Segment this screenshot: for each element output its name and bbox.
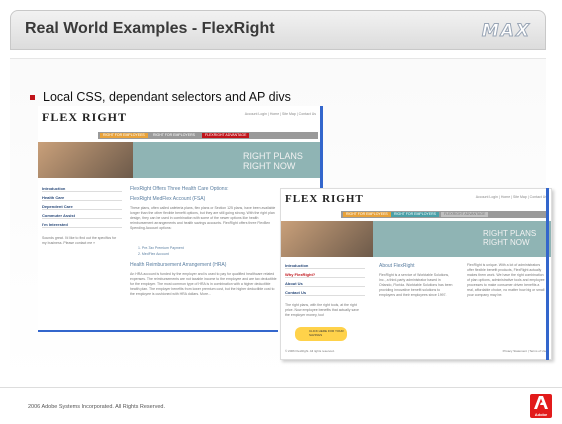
- top-links[interactable]: Account Login | Home | Site Map | Contac…: [476, 195, 547, 199]
- banner-line-2: RIGHT NOW: [243, 161, 296, 171]
- nav-tab-employers[interactable]: RIGHT FOR EMPLOYERS: [391, 212, 439, 217]
- bullet-text: Local CSS, dependant selectors and AP di…: [43, 90, 291, 104]
- banner-line-2: RIGHT NOW: [483, 238, 530, 247]
- list-item-1[interactable]: 1. Pre-Tax Premium Payment: [138, 246, 184, 251]
- about-heading: About FlexRight: [379, 263, 415, 269]
- adobe-logo: Adobe: [530, 394, 552, 418]
- footer-links[interactable]: Privacy Statement | Terms of Use: [503, 349, 547, 354]
- nav-tab-employees[interactable]: RIGHT FOR EMPLOYEES: [100, 133, 148, 138]
- bullet-item: Local CSS, dependant selectors and AP di…: [30, 90, 291, 104]
- footer-copyright: © 2006 FlexRight. All rights reserved.: [285, 349, 335, 353]
- nav-tab-advantage[interactable]: FLEXRIGHT ADVANTAGE: [202, 133, 250, 138]
- body-text-fsa: These plans, often called cafeteria plan…: [130, 206, 276, 230]
- sidebar-item-contact[interactable]: Contact Us: [285, 290, 365, 296]
- body-text-hra: An HRA account is funded by the employer…: [130, 272, 277, 296]
- about-body-left: FlexRight is a service of Worktable Solu…: [379, 273, 453, 297]
- title-bar: Real World Examples - FlexRight MAX: [10, 10, 546, 50]
- sidebar-item-introduction[interactable]: Introduction: [285, 263, 365, 269]
- flexright-screenshot-about: FLEX RIGHT Account Login | Home | Site M…: [280, 188, 552, 360]
- highlight-line-horizontal: [38, 330, 278, 332]
- nav-tab-advantage[interactable]: FLEXRIGHT ADVANTAGE: [441, 212, 489, 217]
- sidebar-note[interactable]: Sounds great. I'd like to find out the s…: [42, 236, 120, 246]
- sidebar-item-why[interactable]: Why FlexRight?: [285, 272, 365, 278]
- flexright-logo: FLEX RIGHT: [285, 193, 364, 205]
- savings-button-label: CLICK HERE FOR YOUR SAVINGS: [309, 329, 344, 337]
- nav-tab-employers[interactable]: RIGHT FOR EMPLOYERS: [150, 133, 198, 138]
- sidebar-note: The right plans, with the right tools, a…: [285, 303, 359, 317]
- section-heading-fsa: FlexRight MedFlex Account (FSA): [130, 196, 206, 202]
- sidebar-item-health-care[interactable]: Health Care: [42, 195, 122, 201]
- footer-divider: [0, 387, 562, 388]
- sidebar-item-interested[interactable]: I'm Interested: [42, 222, 122, 228]
- copyright-text: 2006 Adobe Systems Incorporated. All Rig…: [28, 404, 165, 410]
- top-links[interactable]: Account Login | Home | Site Map | Contac…: [245, 112, 316, 116]
- list-item-2[interactable]: 2. MedFlex Account: [138, 252, 169, 257]
- slide-title: Real World Examples - FlexRight: [25, 20, 275, 37]
- sidebar-item-commuter[interactable]: Commuter Assist: [42, 213, 122, 219]
- slide: Real World Examples - FlexRight MAX Loca…: [0, 0, 562, 424]
- hero-banner: RIGHT PLANS RIGHT NOW: [281, 221, 551, 257]
- max-logo: MAX: [481, 21, 531, 42]
- adobe-label: Adobe: [534, 412, 548, 417]
- section-heading-hra: Health Reimbursement Arrangement (HRA): [130, 262, 227, 268]
- nav-tab-employees[interactable]: RIGHT FOR EMPLOYEES: [343, 212, 391, 217]
- about-body-right: FlexRight is unique. With a lot of admin…: [467, 263, 545, 297]
- main-heading: FlexRight Offers Three Health Care Optio…: [130, 186, 229, 192]
- bullet-icon: [30, 95, 35, 101]
- flexright-logo: FLEX RIGHT: [42, 110, 128, 124]
- nav-bar: RIGHT FOR EMPLOYEES RIGHT FOR EMPLOYERS …: [341, 211, 547, 218]
- hero-photo: [281, 221, 373, 257]
- adobe-a-icon: [534, 396, 548, 409]
- hero-banner: RIGHT PLANS RIGHT NOW: [38, 142, 320, 178]
- highlight-line-vertical: [320, 106, 323, 188]
- sidebar-item-about[interactable]: About Us: [285, 281, 365, 287]
- highlight-line-vertical-right: [546, 188, 549, 360]
- nav-bar: RIGHT FOR EMPLOYEES RIGHT FOR EMPLOYERS …: [98, 132, 318, 139]
- hero-photo: [38, 142, 133, 178]
- sidebar-item-introduction[interactable]: Introduction: [42, 186, 122, 192]
- sidebar-item-dependent-care[interactable]: Dependent Care: [42, 204, 122, 210]
- savings-button[interactable]: CLICK HERE FOR YOUR SAVINGS: [295, 327, 347, 341]
